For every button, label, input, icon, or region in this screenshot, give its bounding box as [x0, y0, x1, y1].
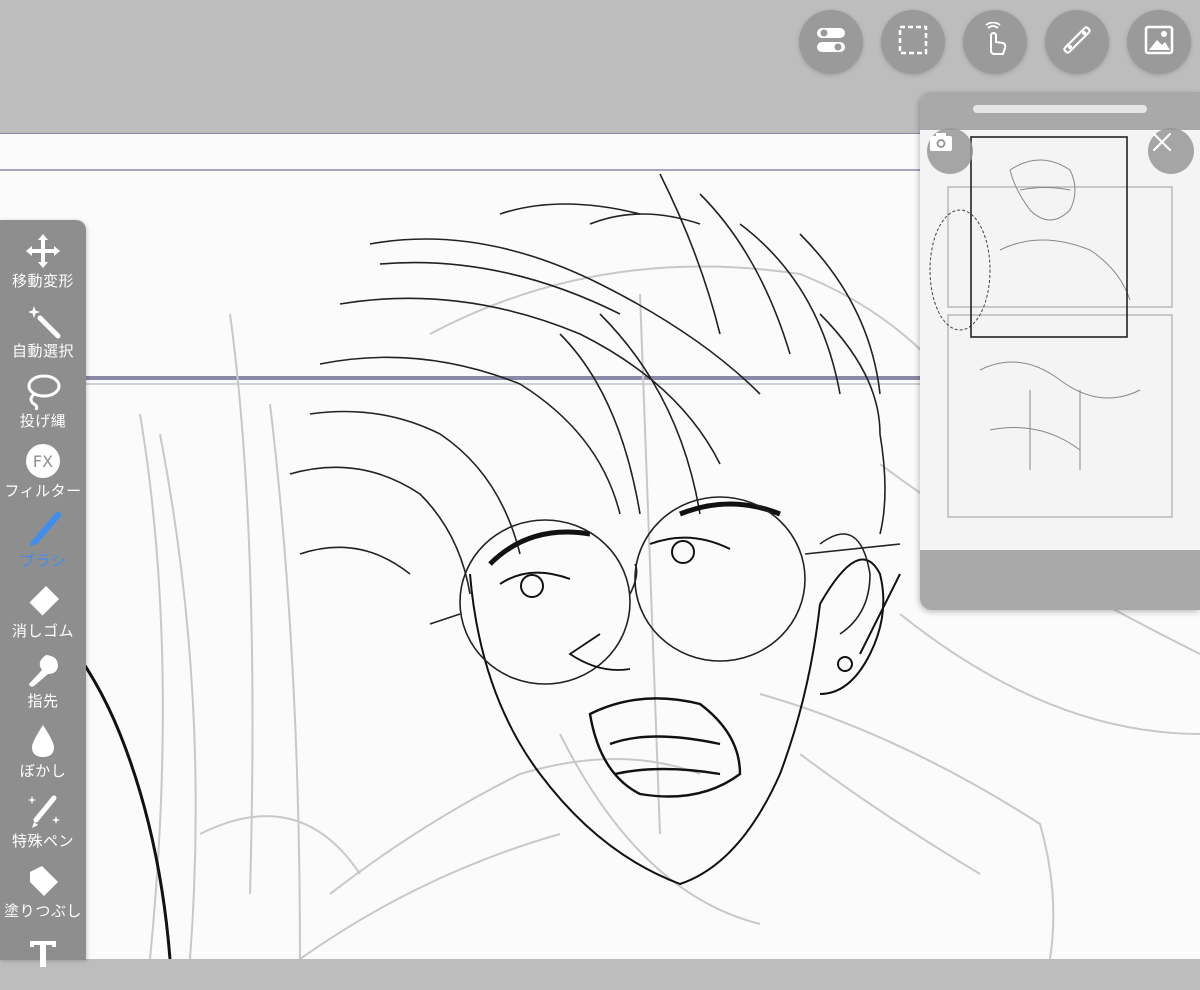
gesture-button[interactable]	[963, 10, 1027, 74]
ruler-button[interactable]	[1045, 10, 1109, 74]
dashed-selection-icon	[895, 22, 931, 62]
tool-label: 塗りつぶし	[4, 902, 82, 920]
tool-brush[interactable]: ブラシ	[0, 500, 86, 570]
toggle-switch-icon	[813, 22, 849, 62]
tool-finger[interactable]: 指先	[0, 640, 86, 710]
toggle-settings-button[interactable]	[799, 10, 863, 74]
tool-label: 移動変形	[11, 272, 74, 290]
navigator-panel[interactable]	[920, 92, 1200, 610]
fx-filter-icon: FX	[23, 442, 63, 480]
tool-special-pen[interactable]: 特殊ペン	[0, 780, 86, 850]
navigator-thumbnail	[929, 136, 1173, 518]
text-tool-icon	[23, 932, 63, 972]
tool-label: 消しゴム	[11, 622, 74, 640]
navigator-preview[interactable]	[920, 128, 1200, 550]
tool-lasso[interactable]: 投げ縄	[0, 360, 86, 430]
finger-smudge-icon	[23, 652, 63, 690]
blur-drop-icon	[23, 722, 63, 760]
hand-touch-icon	[977, 21, 1013, 62]
eraser-icon	[23, 582, 63, 620]
magic-wand-icon	[23, 302, 63, 340]
brush-icon	[23, 512, 63, 550]
tool-move-transform[interactable]: 移動変形	[0, 220, 86, 290]
snapshot-button[interactable]	[927, 128, 973, 174]
tool-filter[interactable]: FX フィルター	[0, 430, 86, 500]
tool-label: 投げ縄	[19, 412, 67, 430]
tool-fill[interactable]: 塗りつぶし	[0, 850, 86, 920]
image-button[interactable]	[1127, 10, 1191, 74]
tool-label: 指先	[27, 692, 59, 710]
svg-text:FX: FX	[33, 452, 53, 471]
tool-label: フィルター	[4, 482, 82, 500]
lasso-icon	[23, 372, 63, 410]
navigator-drag-handle[interactable]	[973, 105, 1147, 113]
ruler-icon	[1059, 22, 1095, 62]
image-icon	[1141, 22, 1177, 62]
tool-eraser[interactable]: 消しゴム	[0, 570, 86, 640]
close-navigator-button[interactable]	[1148, 128, 1194, 174]
tool-label: ブラシ	[19, 552, 67, 570]
special-pen-icon	[23, 792, 63, 830]
move-arrows-icon	[23, 232, 63, 270]
selection-button[interactable]	[881, 10, 945, 74]
tool-blur[interactable]: ぼかし	[0, 710, 86, 780]
tool-label: 自動選択	[11, 342, 74, 360]
fill-bucket-icon	[23, 862, 63, 900]
tool-palette: 移動変形 自動選択 投げ縄 FX フィルター ブラシ 消しゴム 指先 ぼかし 特…	[0, 220, 86, 967]
tool-auto-select[interactable]: 自動選択	[0, 290, 86, 360]
tool-label: 特殊ペン	[11, 832, 74, 850]
tool-label: ぼかし	[19, 762, 67, 780]
tool-text[interactable]	[0, 920, 86, 990]
